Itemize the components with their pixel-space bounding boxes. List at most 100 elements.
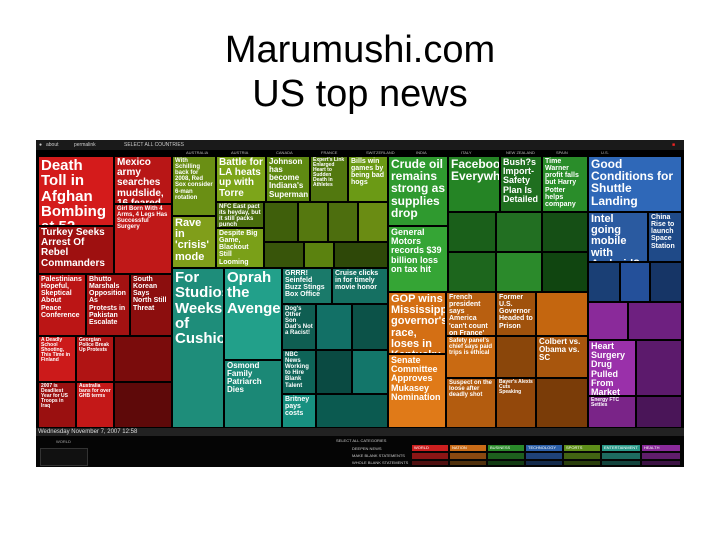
tile-ent-small-2[interactable] <box>352 304 388 350</box>
tile-bhutto[interactable]: Bhutto Marshals Opposition As Protests i… <box>86 274 130 336</box>
tile-facebook[interactable]: Facebook Everywhere <box>448 156 500 212</box>
tile-nation-small-2[interactable] <box>496 336 536 378</box>
about-link[interactable]: about <box>46 140 59 150</box>
tile-health-small-1[interactable] <box>588 302 628 340</box>
tile-australia[interactable]: Australia bans for over GHB terms <box>76 382 114 428</box>
tile-safety-panel[interactable]: Safety panel's chief says paid trips is … <box>446 336 496 378</box>
tile-georgian[interactable]: Georgian Police Break Up Protests <box>76 336 114 382</box>
tile-bills-win[interactable]: Bills win games by being bad hogs <box>348 156 388 202</box>
row-deepen-news[interactable]: DEEPEN NEWS <box>352 446 382 451</box>
permalink-link[interactable]: permalink <box>74 140 96 150</box>
tile-year-troops[interactable]: 2007 is Deadliest Year for US Troops in … <box>38 382 76 428</box>
swatch-sports-2 <box>564 453 600 459</box>
tile-girl-born[interactable]: Girl Born With 4 Arms, 4 Legs Has Succes… <box>114 204 172 274</box>
tile-oprah[interactable]: Oprah the Avenger <box>224 268 282 360</box>
tile-time-warner[interactable]: Time Warner profit falls but Harry Potte… <box>542 156 588 212</box>
tile-world-small-2[interactable] <box>114 382 172 428</box>
category-entertainment[interactable]: ENTERTAINMENT <box>602 445 640 451</box>
tile-colbert[interactable]: Colbert vs. Obama vs. SC <box>536 336 588 378</box>
tile-sports-small-6[interactable] <box>304 242 334 268</box>
tile-ent-small-1[interactable] <box>316 304 352 350</box>
search-icon[interactable]: ● <box>39 140 42 150</box>
tile-dr-alexis[interactable]: Bayer's Alexis Cuts Speaking <box>496 378 536 428</box>
swatch-business-2 <box>488 453 524 459</box>
tile-sports-small-2[interactable] <box>298 202 328 242</box>
category-technology[interactable]: TECHNOLOGY <box>526 445 562 451</box>
tile-gop-wins[interactable]: GOP wins Mississippi governor's race, lo… <box>388 292 446 354</box>
tile-schilling[interactable]: With Schilling back for 2008, Red Sox co… <box>172 156 216 216</box>
swatch-sports-3 <box>564 461 600 465</box>
tile-cruise[interactable]: Cruise clicks in for timely movie honor <box>332 268 388 304</box>
tile-despite-big[interactable]: Despite Big Game, Blackout Still Looming <box>216 228 264 268</box>
tile-dogs[interactable]: Dog's Other Son Dad's Not a Racist! <box>282 304 316 350</box>
tile-health-small-2[interactable] <box>628 302 682 340</box>
tile-turkey[interactable]: Turkey Seeks Arrest Of Rebel Commanders <box>38 226 114 274</box>
tile-nfc-east[interactable]: NFC East pact its heyday, but it still p… <box>216 202 264 228</box>
tile-intel[interactable]: Intel going mobile with Android? <box>588 212 648 262</box>
category-sports[interactable]: SPORTS <box>564 445 600 451</box>
tile-osmond[interactable]: Osmond Family Patriarch Dies <box>224 360 282 428</box>
tile-biz-small-2[interactable] <box>496 212 542 252</box>
tile-tech-small-2[interactable] <box>620 262 650 302</box>
tile-biz-small-1[interactable] <box>448 212 496 252</box>
tile-tech-small-3[interactable] <box>650 262 682 302</box>
tile-senate[interactable]: Senate Committee Approves Mukasey Nomina… <box>388 354 446 428</box>
tile-sports-small-4[interactable] <box>358 202 388 242</box>
category-nation[interactable]: NATION <box>450 445 486 451</box>
tile-for-studios[interactable]: For Studios, Weeks of Cushion <box>172 268 224 428</box>
row-make-blank[interactable]: MAKE BLANK STATEMENTS <box>352 453 405 458</box>
close-icon[interactable]: ■ <box>672 140 675 150</box>
tile-biz-small-5[interactable] <box>496 252 542 292</box>
tile-death-toll[interactable]: Death Toll in Afghan Bombing at 52 <box>38 156 114 226</box>
tile-palestinians[interactable]: Palestinians Hopeful, Skeptical About Pe… <box>38 274 86 336</box>
tile-sports-small-1[interactable] <box>264 202 298 242</box>
tile-good-conditions[interactable]: Good Conditions for Shuttle Landing <box>588 156 682 212</box>
tile-china[interactable]: China Rise to launch Space Station <box>648 212 682 262</box>
tile-sports-small-3[interactable] <box>328 202 358 242</box>
tile-general-motors[interactable]: General Motors records $39 billion loss … <box>388 226 448 292</box>
tile-suspect[interactable]: Suspect on the loose after deadly shot <box>446 378 496 428</box>
swatch-nation-3 <box>450 461 486 465</box>
tile-britney[interactable]: Britney pays costs <box>282 394 316 428</box>
tile-world-small[interactable] <box>114 336 172 382</box>
tile-nation-small-1[interactable] <box>536 292 588 336</box>
tile-sports-small-7[interactable] <box>334 242 388 268</box>
tile-french-president[interactable]: French president says America 'can't cou… <box>446 292 496 336</box>
swatch-technology-3 <box>526 461 562 465</box>
tile-ent-small-5[interactable] <box>316 394 388 428</box>
tile-experts-link[interactable]: Expert's Link Enlarged Heart to Sudden D… <box>310 156 348 202</box>
tile-nation-small-3[interactable] <box>536 378 588 428</box>
swatch-entertainment-3 <box>602 461 640 465</box>
category-business[interactable]: BUSINESS <box>488 445 524 451</box>
tile-ent-small-4[interactable] <box>352 350 388 394</box>
tile-biz-small-6[interactable] <box>542 252 588 292</box>
swatch-health-2 <box>642 453 680 459</box>
tile-mexico-army[interactable]: Mexico army searches mudslide, 16 feared… <box>114 156 172 204</box>
tile-former-us[interactable]: Former U.S. Governor Headed to Prison <box>496 292 536 336</box>
category-health[interactable]: HEALTH <box>642 445 680 451</box>
tile-health-small-4[interactable] <box>636 396 682 428</box>
tile-grrr[interactable]: GRRR! Seinfeld Buzz Stings Box Office <box>282 268 332 304</box>
tile-bush-import[interactable]: Bush?s Import-Safety Plan Is Detailed <box>500 156 542 212</box>
tile-johnson[interactable]: Johnson has become Indiana's Superman <box>266 156 310 202</box>
tile-sports-small-5[interactable] <box>264 242 304 268</box>
tile-south-korean[interactable]: South Korean Says North Still Threat <box>130 274 172 336</box>
tile-battle-la[interactable]: Battle for LA heats up with Torre <box>216 156 266 202</box>
tile-deadly-school[interactable]: A Deadly School Shooting, This Time in F… <box>38 336 76 382</box>
swatch-world-3 <box>412 461 448 465</box>
tile-energy-ftc[interactable]: Energy FTC Settles <box>588 396 636 428</box>
tile-crude-oil[interactable]: Crude oil remains strong as supplies dro… <box>388 156 448 226</box>
row-whole-blank[interactable]: WHOLE BLANK STATEMENTS <box>352 460 408 465</box>
tile-biz-small-3[interactable] <box>542 212 588 252</box>
tile-health-small-3[interactable] <box>636 340 682 396</box>
select-all-countries[interactable]: SELECT ALL COUNTRIES <box>124 140 184 150</box>
tile-nbc-news[interactable]: NBC News Working to Hire Blank Talent <box>282 350 316 394</box>
tile-tech-small-1[interactable] <box>588 262 620 302</box>
tile-biz-small-4[interactable] <box>448 252 496 292</box>
tile-rave[interactable]: Rave in 'crisis' mode <box>172 216 216 268</box>
select-all-categories[interactable]: SELECT ALL CATEGORIES <box>336 438 386 443</box>
category-world[interactable]: WORLD <box>412 445 448 451</box>
tile-ent-small-3[interactable] <box>316 350 352 394</box>
tile-heart-surgery[interactable]: Heart Surgery Drug Pulled From Market <box>588 340 636 396</box>
swatch-health-3 <box>642 461 680 465</box>
